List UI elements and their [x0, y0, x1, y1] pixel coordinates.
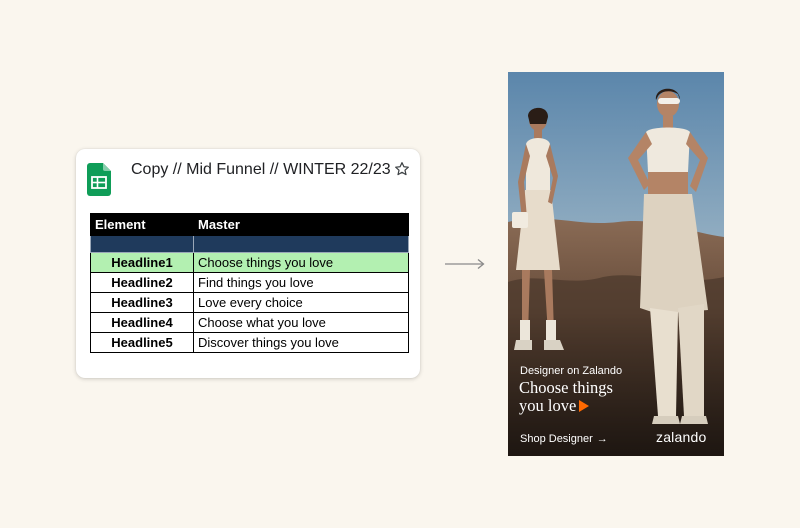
band-cell[interactable]: [90, 235, 194, 253]
master-cell[interactable]: Discover things you love: [193, 332, 409, 353]
table-row: Headline3 Love every choice: [90, 292, 409, 313]
table-row: Headline1 Choose things you love: [90, 252, 409, 273]
ad-eyebrow: Designer on Zalando: [520, 365, 623, 377]
zalando-logo: zalando: [656, 429, 707, 445]
master-cell[interactable]: Love every choice: [193, 292, 409, 313]
flow-arrow-icon: [445, 258, 485, 270]
table-band-row: [90, 235, 409, 253]
ad-headline-text: Choose things you love: [519, 378, 613, 415]
master-cell[interactable]: Choose things you love: [193, 252, 409, 273]
cta-label: Shop Designer: [520, 433, 593, 445]
element-cell[interactable]: Headline5: [90, 332, 194, 353]
column-header-master[interactable]: Master: [193, 213, 409, 236]
element-cell[interactable]: Headline2: [90, 272, 194, 293]
table-row: Headline2 Find things you love: [90, 272, 409, 293]
arrow-right-icon: →: [596, 433, 608, 445]
table-row: Headline4 Choose what you love: [90, 312, 409, 333]
document-title[interactable]: Copy // Mid Funnel // WINTER 22/23: [131, 161, 391, 179]
element-cell[interactable]: Headline3: [90, 292, 194, 313]
google-sheets-icon[interactable]: [87, 163, 111, 196]
shop-designer-link[interactable]: Shop Designer →: [520, 433, 608, 445]
ad-headline: Choose things you love: [519, 379, 639, 415]
band-cell[interactable]: [193, 235, 409, 253]
element-cell[interactable]: Headline1: [90, 252, 194, 273]
copy-table: Element Master Headline1 Choose things y…: [90, 213, 409, 353]
play-icon: [579, 400, 590, 412]
master-cell[interactable]: Choose what you love: [193, 312, 409, 333]
star-outline-icon[interactable]: [394, 161, 410, 177]
table-row: Headline5 Discover things you love: [90, 332, 409, 353]
master-cell[interactable]: Find things you love: [193, 272, 409, 293]
table-header-row: Element Master: [90, 213, 409, 236]
ad-banner[interactable]: Designer on Zalando Choose things you lo…: [508, 72, 724, 456]
element-cell[interactable]: Headline4: [90, 312, 194, 333]
column-header-element[interactable]: Element: [90, 213, 194, 236]
spreadsheet-card: Copy // Mid Funnel // WINTER 22/23 Eleme…: [76, 149, 420, 378]
